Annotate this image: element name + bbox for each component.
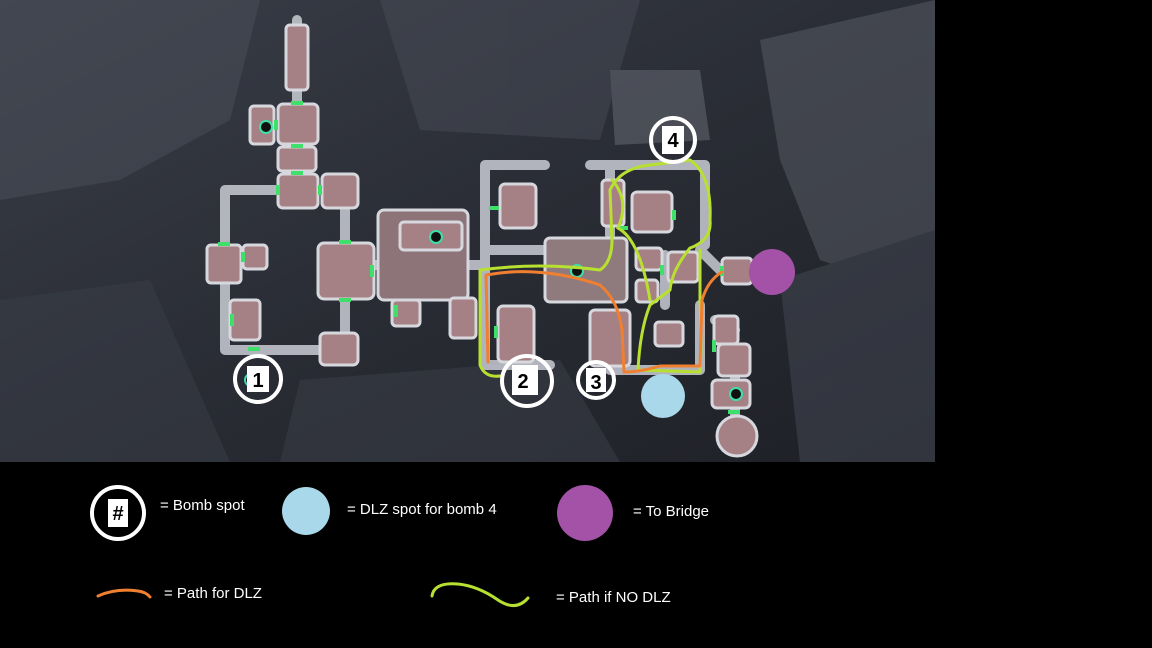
bomb-spot-2-label: 2: [517, 371, 528, 393]
level-map: 1 2 3 4: [0, 0, 935, 462]
bomb-spot-3-label: 3: [590, 372, 601, 394]
legend-path-dlz-label: = Path for DLZ: [164, 585, 262, 602]
to-bridge-spot: [749, 249, 795, 295]
bomb-spot-1-label: 1: [252, 370, 263, 392]
legend-dlz-spot-label: = DLZ spot for bomb 4: [347, 501, 497, 518]
legend-dlz-path-icon: [96, 588, 152, 599]
legend-bomb-icon: #: [90, 485, 146, 541]
objective-marker: [429, 230, 443, 244]
dlz-spot: [641, 374, 685, 418]
legend-dlz-icon: [282, 487, 330, 535]
legend-bridge-icon: [557, 485, 613, 541]
objective-marker: [729, 387, 743, 401]
legend-to-bridge-label: = To Bridge: [633, 503, 710, 520]
objective-marker: [259, 120, 273, 134]
legend-path-no-dlz-label: = Path if NO DLZ: [556, 589, 671, 606]
bomb-spot-4-label: 4: [667, 130, 679, 152]
legend-bomb-symbol: #: [112, 503, 123, 525]
legend-no-dlz-path-icon: [430, 582, 530, 607]
legend-bomb-spot-label: = Bomb spot: [160, 497, 245, 514]
